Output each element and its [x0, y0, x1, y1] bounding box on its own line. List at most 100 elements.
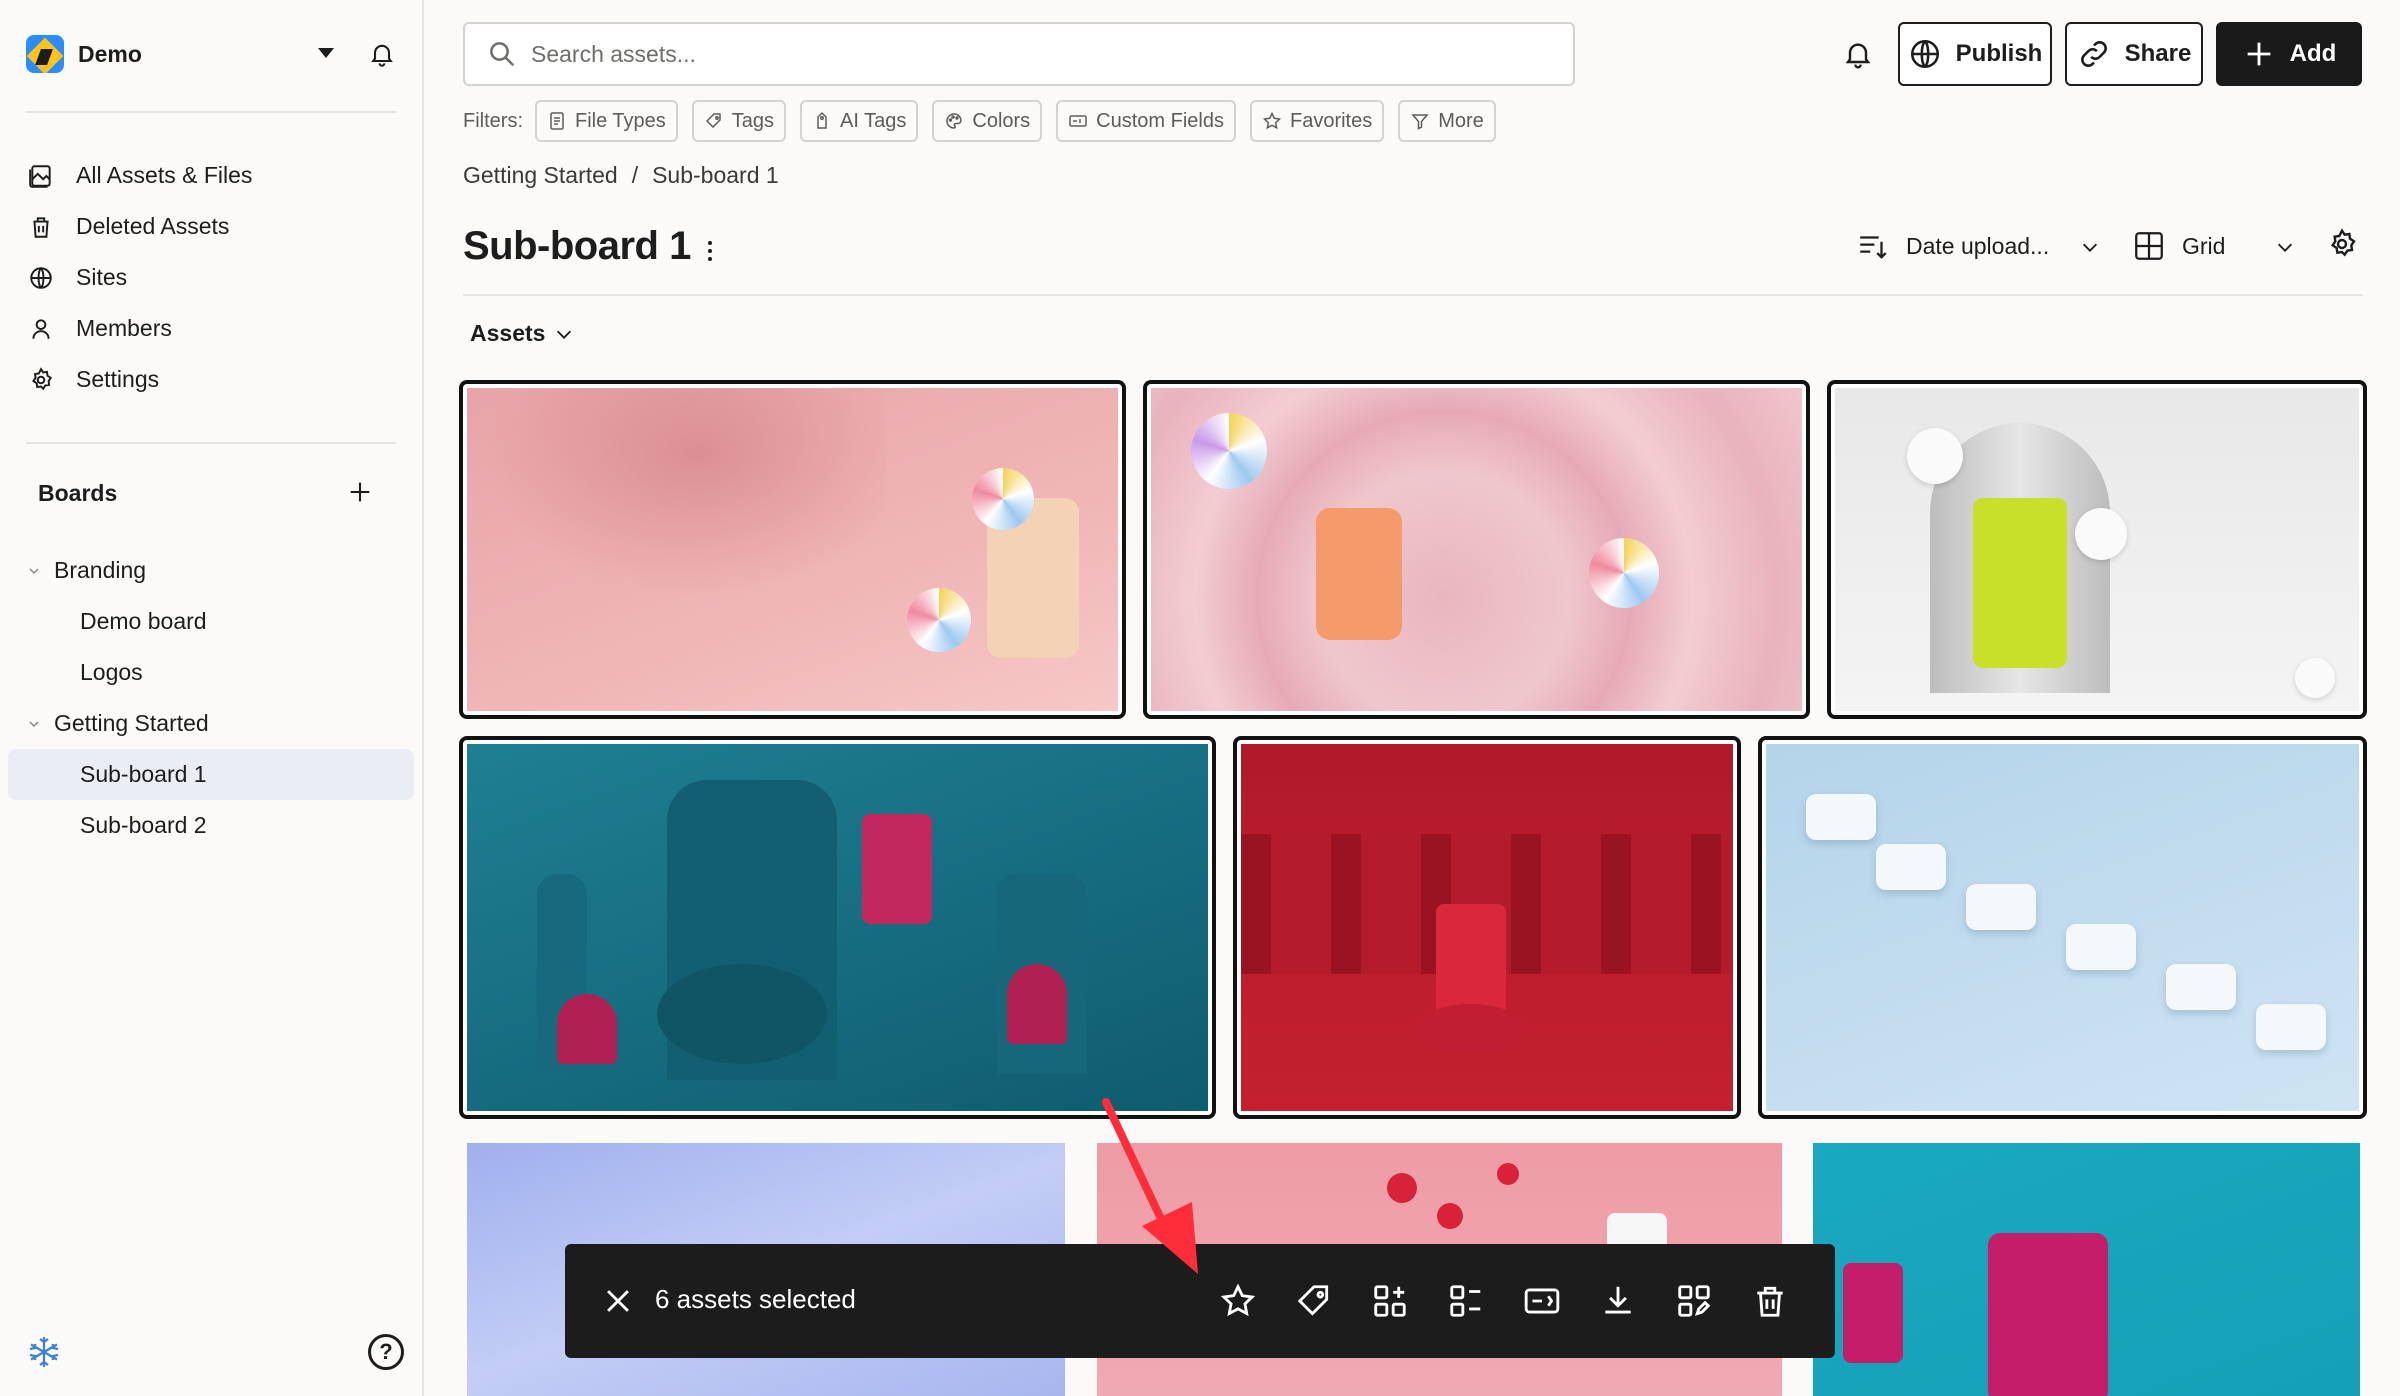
nav-label: All Assets & Files	[76, 162, 253, 188]
asset-tile[interactable]	[1143, 380, 1810, 719]
notification-bell-icon[interactable]	[368, 40, 396, 68]
search-input[interactable]	[531, 40, 1531, 68]
add-label: Add	[2289, 40, 2337, 67]
nav-label: Deleted Assets	[76, 213, 230, 239]
breadcrumb-separator: /	[631, 162, 639, 188]
chevron-down-icon[interactable]	[2274, 236, 2296, 258]
breadcrumb-current: Sub-board 1	[652, 162, 779, 188]
tree-item-getting-started[interactable]: Getting Started	[8, 698, 414, 749]
download-icon	[1605, 1286, 1631, 1314]
tree-item-demo-board[interactable]: Demo board	[8, 596, 414, 647]
assets-section-toggle[interactable]: Assets	[470, 320, 575, 347]
globe-icon	[26, 263, 56, 293]
nav-all-assets[interactable]: All Assets & Files	[26, 150, 396, 201]
tree-item-logos[interactable]: Logos	[8, 647, 414, 698]
asset-tile[interactable]	[1758, 736, 2367, 1119]
view-dropdown[interactable]: Grid	[2132, 226, 2225, 266]
chevron-down-icon[interactable]	[28, 565, 40, 577]
filter-more[interactable]: More	[1398, 100, 1496, 142]
filter-colors[interactable]: Colors	[932, 100, 1043, 142]
filter-file-types[interactable]: File Types	[535, 100, 678, 142]
sort-label: Date upload...	[1906, 232, 2050, 259]
asset-tile[interactable]	[1827, 380, 2367, 719]
chip-label: More	[1438, 109, 1484, 132]
chevron-down-icon[interactable]	[318, 48, 334, 58]
section-label: Assets	[470, 320, 546, 346]
tag-button[interactable]	[1293, 1280, 1335, 1322]
custom-field-icon	[1524, 1288, 1560, 1314]
chevron-down-icon[interactable]	[28, 718, 40, 730]
add-board-plus-icon[interactable]	[346, 478, 374, 506]
gear-icon[interactable]	[2326, 228, 2358, 260]
globe-icon	[1910, 39, 1939, 69]
asset-thumbnail-pink-suitcase-palm	[467, 388, 1118, 711]
board-list-icon	[1450, 1285, 1481, 1317]
tree-item-branding[interactable]: Branding	[8, 545, 414, 596]
nav-sites[interactable]: Sites	[26, 252, 396, 303]
asset-thumbnail-magenta-suitcases	[1813, 1143, 2360, 1396]
star-icon	[1262, 111, 1282, 130]
tree-item-label: Sub-board 1	[80, 761, 207, 787]
divider	[463, 294, 2363, 296]
star-icon	[1220, 1283, 1256, 1317]
asset-tile[interactable]	[459, 380, 1126, 719]
asset-thumbnail-white-suitcases-diagonal	[1766, 744, 2359, 1111]
nav-deleted-assets[interactable]: Deleted Assets	[26, 201, 396, 252]
tag-icon	[705, 113, 721, 129]
filter-tags[interactable]: Tags	[691, 100, 787, 142]
edit-board-button[interactable]	[1673, 1280, 1715, 1322]
asset-tile[interactable]	[1813, 1143, 2360, 1396]
sort-dropdown[interactable]: Date upload...	[1856, 226, 2049, 266]
link-icon	[2080, 41, 2107, 67]
more-vertical-icon[interactable]	[700, 238, 720, 264]
breadcrumb-parent[interactable]: Getting Started	[463, 162, 618, 189]
tree-item-label: Branding	[54, 557, 147, 583]
favorite-button[interactable]	[1217, 1280, 1259, 1322]
tree-item-label: Getting Started	[54, 710, 209, 736]
download-button[interactable]	[1597, 1280, 1639, 1322]
move-button[interactable]	[1445, 1280, 1487, 1322]
workspace-logo	[26, 35, 64, 73]
asset-thumbnail-lime-suitcase-arch	[1835, 388, 2359, 711]
nav-members[interactable]: Members	[26, 303, 396, 354]
tree-item-sub-board-2[interactable]: Sub-board 2	[8, 800, 414, 851]
add-to-board-button[interactable]	[1369, 1280, 1411, 1322]
nav-label: Sites	[76, 264, 128, 290]
publish-label: Publish	[1955, 40, 2043, 67]
workspace-switcher[interactable]: Demo	[26, 34, 396, 74]
custom-fields-button[interactable]	[1521, 1280, 1563, 1322]
chip-label: AI Tags	[840, 109, 907, 132]
plus-icon	[2247, 42, 2271, 66]
selection-count: 6 assets selected	[655, 1284, 856, 1314]
publish-button[interactable]: Publish	[1898, 22, 2052, 86]
nav-label: Settings	[76, 366, 160, 392]
user-icon	[26, 314, 56, 344]
chevron-down-icon[interactable]	[2079, 236, 2101, 258]
filter-ai-tags[interactable]: AI Tags	[800, 100, 919, 142]
asset-tile[interactable]	[1233, 736, 1741, 1119]
app-snowflake-logo-icon[interactable]	[26, 1334, 62, 1370]
divider	[26, 111, 396, 113]
chip-label: Favorites	[1289, 109, 1373, 132]
nav-settings[interactable]: Settings	[26, 354, 396, 405]
chip-label: File Types	[575, 109, 666, 132]
delete-button[interactable]	[1749, 1280, 1791, 1322]
boards-heading: Boards	[38, 480, 118, 506]
filter-favorites[interactable]: Favorites	[1249, 100, 1385, 142]
search-bar[interactable]	[463, 22, 1575, 86]
filter-custom-fields[interactable]: Custom Fields	[1056, 100, 1236, 142]
help-button[interactable]: ?	[368, 1334, 404, 1370]
workspace-name: Demo	[78, 40, 142, 67]
add-button[interactable]: Add	[2216, 22, 2362, 86]
search-icon	[490, 42, 515, 67]
boards-tree: Branding Demo board Logos Getting Starte…	[8, 545, 414, 851]
asset-tile[interactable]	[459, 736, 1216, 1119]
gear-icon	[26, 365, 56, 395]
tree-item-sub-board-1[interactable]: Sub-board 1	[8, 749, 414, 800]
notification-bell-icon[interactable]	[1842, 38, 1874, 70]
share-button[interactable]: Share	[2065, 22, 2203, 86]
close-icon[interactable]	[601, 1284, 635, 1318]
tree-item-label: Sub-board 2	[80, 812, 207, 838]
asset-thumbnail-teal-cylinders	[467, 744, 1208, 1111]
assets-icon	[26, 161, 56, 191]
